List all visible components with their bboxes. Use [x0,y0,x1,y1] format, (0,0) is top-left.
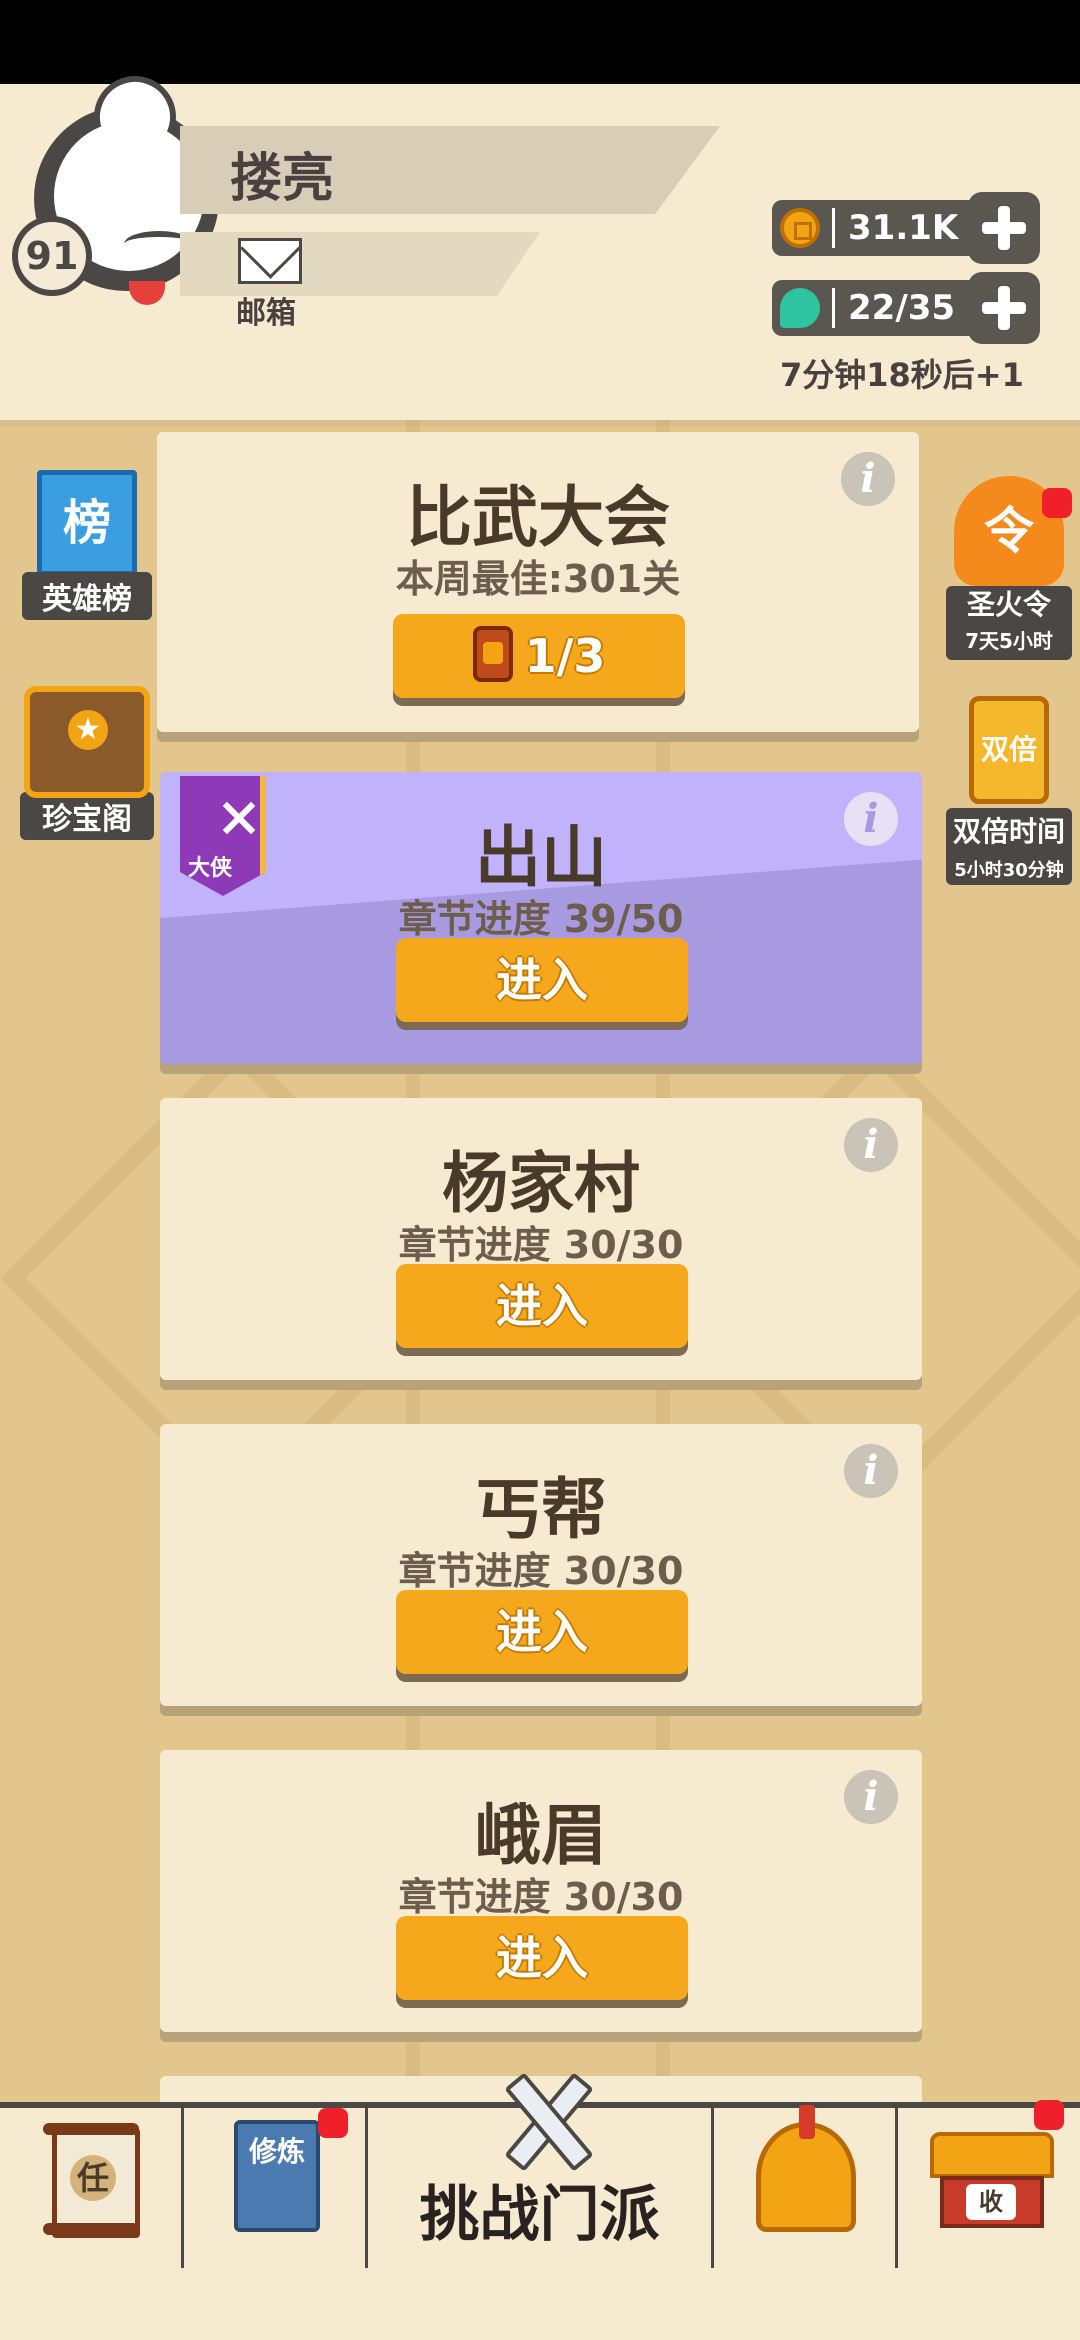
treasure-pavilion-button[interactable]: 珍宝阁 [20,686,154,840]
treasure-pavilion-label: 珍宝阁 [20,792,154,840]
double-time-button[interactable]: 双倍 双倍时间 5小时30分钟 [946,696,1072,885]
stamina-gem-icon [780,288,820,328]
sacred-fire-token-label: 圣火令 7天5小时 [946,586,1072,660]
notification-dot [1034,2100,1064,2130]
card-tournament: i 比武大会 本周最佳:301关 1/3 [157,432,919,732]
mailbox-button[interactable]: 邮箱 [236,238,306,348]
player-name: 搂亮 [230,149,335,209]
divider [832,288,835,328]
challenge-label: 挑战门派 [419,2180,660,2250]
add-stamina-button[interactable] [968,272,1040,344]
sacred-fire-token-button[interactable]: 令 圣火令 7天5小时 [946,476,1072,660]
stamina-timer: 7分钟18秒后+1 [780,356,1024,394]
house-sign: 收 [966,2184,1016,2220]
card-title: 峨眉 [475,1797,607,1874]
add-coins-button[interactable] [968,192,1040,264]
ticket-icon [472,625,513,682]
double-time-label: 双倍时间 5小时30分钟 [946,808,1072,885]
bottom-navigation: 任 修炼 挑战门派 收 [0,2100,1080,2270]
card-subtitle: 章节进度 39/50 [398,897,684,941]
card-title: 出山 [475,819,607,896]
ranking-board-icon: 榜 [37,470,137,576]
card-title: 丐帮 [475,1471,607,1548]
nav-training[interactable]: 修炼 [184,2108,368,2270]
card-gaibang: i 丐帮 章节进度 30/30 进入 [160,1424,922,1706]
ticket-count: 1/3 [524,629,606,683]
nav-tasks[interactable]: 任 [0,2108,184,2270]
status-bar [0,0,1080,84]
coins-value: 31.1K [848,208,959,248]
mail-band [180,232,540,296]
coin-icon [780,208,820,248]
card-subtitle: 章节进度 30/30 [398,1549,684,1593]
sacred-fire-token-title: 圣火令 [966,588,1051,621]
enter-button[interactable]: 进入 [396,1916,688,2000]
mail-icon [238,238,302,284]
treasure-chest-icon [24,686,150,798]
house-roof [930,2132,1054,2178]
enter-button[interactable]: 进入 [396,938,688,1022]
double-scroll-icon: 双倍 [969,696,1049,804]
divider [832,208,835,248]
tournament-tickets-button[interactable]: 1/3 [393,614,685,698]
nav-equipment[interactable] [714,2105,898,2270]
task-glyph: 任 [70,2155,116,2201]
card-emei: i 峨眉 章节进度 30/30 进入 [160,1750,922,2032]
sacred-fire-token-timer: 7天5小时 [965,629,1053,653]
helmet-icon [756,2105,856,2232]
hero-ranking-label: 英雄榜 [22,572,152,620]
mailbox-label: 邮箱 [236,296,296,331]
level-badge: 91 [12,216,92,296]
card-subtitle: 章节进度 30/30 [398,1875,684,1919]
notification-dot [1042,488,1072,518]
enter-button[interactable]: 进入 [396,1264,688,1348]
double-time-timer: 5小时30分钟 [954,860,1064,881]
scroll-icon: 任 [43,2123,140,2238]
enter-button[interactable]: 进入 [396,1590,688,1674]
card-yangjiacun: i 杨家村 章节进度 30/30 进入 [160,1098,922,1380]
card-title: 比武大会 [406,479,670,556]
card-subtitle: 章节进度 30/30 [398,1223,684,1267]
double-time-title: 双倍时间 [952,815,1065,848]
card-subtitle: 本周最佳:301关 [395,557,681,601]
card-chushan: 大侠 i 出山 章节进度 39/50 进入 [160,772,922,1064]
hero-ranking-button[interactable]: 榜 英雄榜 [22,470,152,620]
shop-house-icon: 收 [930,2132,1054,2230]
crossed-swords-icon [482,2068,602,2164]
nav-challenge-sect[interactable]: 挑战门派 [368,2108,714,2270]
card-title: 杨家村 [442,1145,640,1222]
stamina-value: 22/35 [848,288,956,328]
gesture-bar-area [0,2268,1080,2340]
nav-collect[interactable]: 收 [898,2100,1080,2270]
book-icon: 修炼 [234,2120,320,2232]
notification-dot [318,2108,348,2138]
